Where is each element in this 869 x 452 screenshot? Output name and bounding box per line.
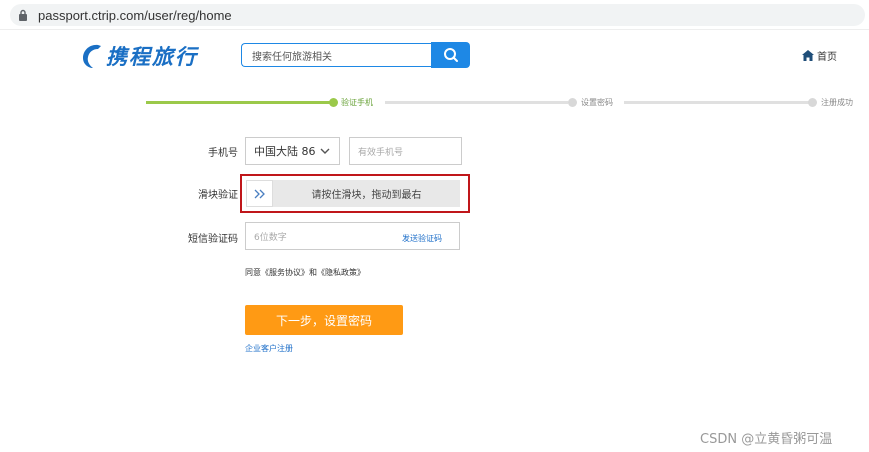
chevron-down-icon [320, 148, 330, 154]
progress-track-pending-1 [385, 101, 568, 104]
sms-placeholder: 6位数字 [254, 232, 287, 243]
progress-track-pending-2 [624, 101, 809, 104]
send-sms-code-link[interactable]: 发送验证码 [402, 233, 442, 244]
step-label-set-password: 设置密码 [581, 98, 613, 107]
country-code-value: 中国大陆 86 [254, 145, 316, 158]
home-link[interactable]: 首页 [802, 48, 837, 63]
search-icon [443, 48, 458, 62]
search-input[interactable]: 搜索任何旅游相关 [241, 43, 431, 67]
next-step-label: 下一步，设置密码 [275, 313, 372, 328]
progress-track-completed [146, 101, 331, 104]
step-label-register-success: 注册成功 [821, 98, 853, 107]
logo-text: 携程旅行 [106, 45, 198, 69]
csdn-watermark: CSDN @立黄昏粥可温 [700, 432, 833, 447]
phone-placeholder: 有效手机号 [358, 147, 404, 158]
browser-address-bar: passport.ctrip.com/user/reg/home [0, 0, 869, 30]
step-dot-set-password [568, 98, 577, 107]
phone-number-input[interactable]: 有效手机号 [349, 137, 462, 165]
search-placeholder: 搜索任何旅游相关 [252, 51, 332, 63]
sms-code-label: 短信验证码 [188, 234, 238, 245]
slider-handle[interactable] [246, 180, 273, 207]
agreement-text[interactable]: 同意《服务协议》和《隐私政策》 [245, 267, 365, 278]
corporate-register-link[interactable]: 企业客户注册 [245, 343, 293, 354]
home-label: 首页 [817, 52, 837, 63]
double-chevron-right-icon [254, 189, 265, 198]
home-icon [802, 50, 814, 61]
step-dot-register-success [808, 98, 817, 107]
step-dot-verify-phone [329, 98, 338, 107]
step-label-verify-phone: 验证手机 [341, 98, 373, 107]
country-code-select[interactable]: 中国大陆 86 [245, 137, 340, 165]
ctrip-logo[interactable]: 携程旅行 [80, 40, 198, 72]
slider-instruction: 请按住滑块，拖动到最右 [311, 190, 422, 201]
url-text[interactable]: passport.ctrip.com/user/reg/home [38, 8, 232, 23]
slider-verify-label: 滑块验证 [198, 190, 238, 201]
next-step-button[interactable]: 下一步，设置密码 [245, 305, 403, 335]
phone-label: 手机号 [208, 148, 238, 159]
search-button[interactable] [431, 42, 470, 68]
dolphin-logo-icon [83, 44, 101, 68]
lock-icon [19, 9, 27, 21]
